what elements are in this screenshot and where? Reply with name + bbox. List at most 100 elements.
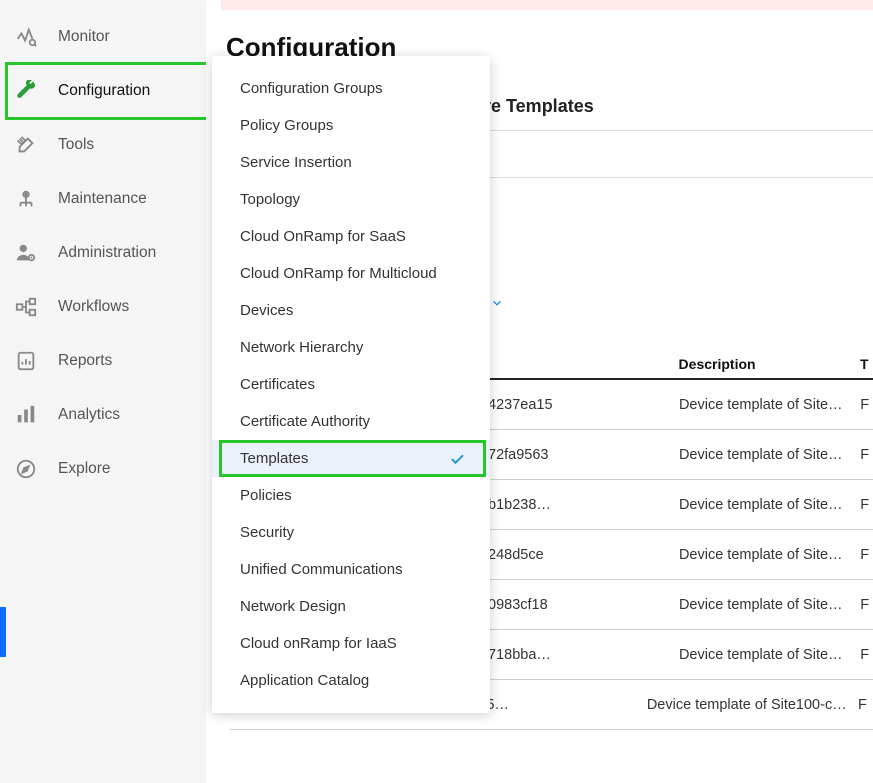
cell-description: Device template of Site500-cE2 wit… [679, 597, 860, 613]
cell-name: 4237ea15 [484, 397, 679, 413]
cell-extra: F [860, 597, 873, 613]
table-row[interactable]: 4237ea15 Device template of Site400-cE1 … [484, 380, 873, 430]
sidebar-item-maintenance[interactable]: Maintenance [0, 172, 206, 226]
dropdown-item-label: Cloud onRamp for IaaS [240, 635, 397, 652]
sidebar-item-administration[interactable]: Administration [0, 226, 206, 280]
cell-description: Device template of Site100-cE2 wit… [647, 697, 858, 713]
dropdown-item-network-design[interactable]: Network Design [212, 588, 490, 625]
table-row[interactable]: 72fa9563 Device template of Site200-cE1 … [484, 430, 873, 480]
sidebar-accent [0, 607, 6, 657]
table-header-description[interactable]: Description [679, 356, 860, 372]
sidebar-item-label: Explore [58, 460, 111, 478]
dropdown-item-application-catalog[interactable]: Application Catalog [212, 662, 490, 699]
dropdown-item-cloud-onramp-saas[interactable]: Cloud OnRamp for SaaS [212, 218, 490, 255]
configuration-dropdown: Configuration Groups Policy Groups Servi… [212, 56, 490, 713]
sidebar-item-label: Workflows [58, 298, 129, 316]
table-row[interactable]: b1b238… Device template of Site200-cE2 w… [484, 480, 873, 530]
dropdown-item-security[interactable]: Security [212, 514, 490, 551]
cell-description: Device template of Site100-cE1 wit… [679, 647, 860, 663]
dropdown-item-label: Network Hierarchy [240, 339, 363, 356]
dropdown-item-cloud-onramp-multicloud[interactable]: Cloud OnRamp for Multicloud [212, 255, 490, 292]
divider [484, 177, 873, 178]
cell-name: 718bba… [484, 647, 679, 663]
sidebar-item-explore[interactable]: Explore [0, 442, 206, 496]
dropdown-item-service-insertion[interactable]: Service Insertion [212, 144, 490, 181]
dropdown-item-label: Templates [240, 450, 308, 467]
divider [484, 130, 873, 131]
templates-table: Description T 4237ea15 Device template o… [484, 340, 873, 730]
sidebar-item-label: Reports [58, 352, 112, 370]
dropdown-item-label: Unified Communications [240, 561, 403, 578]
cell-name: b1b238… [484, 497, 679, 513]
maintenance-icon [14, 187, 38, 211]
dropdown-item-unified-communications[interactable]: Unified Communications [212, 551, 490, 588]
cell-name: 248d5ce [484, 547, 679, 563]
analytics-icon [14, 403, 38, 427]
wrench-icon [14, 79, 38, 103]
dropdown-item-label: Security [240, 524, 294, 541]
compass-icon [14, 457, 38, 481]
dropdown-item-label: Devices [240, 302, 293, 319]
table-header: Description T [484, 340, 873, 380]
dropdown-item-network-hierarchy[interactable]: Network Hierarchy [212, 329, 490, 366]
dropdown-item-label: Configuration Groups [240, 80, 383, 97]
check-icon [448, 450, 466, 468]
sidebar-item-label: Maintenance [58, 190, 147, 208]
dropdown-item-label: Cloud OnRamp for Multicloud [240, 265, 437, 282]
dropdown-item-certificates[interactable]: Certificates [212, 366, 490, 403]
table-row[interactable]: 0983cf18 Device template of Site500-cE2 … [484, 580, 873, 630]
cell-description: Device template of Site500-cE1 wit… [679, 547, 860, 563]
dropdown-item-label: Cloud OnRamp for SaaS [240, 228, 406, 245]
reports-icon [14, 349, 38, 373]
dropdown-item-label: Policy Groups [240, 117, 333, 134]
dropdown-item-policies[interactable]: Policies [212, 477, 490, 514]
sidebar-item-label: Configuration [58, 82, 150, 100]
dropdown-item-templates[interactable]: Templates [212, 440, 490, 477]
sub-header-fragment: re Templates [484, 96, 594, 117]
cell-extra: F [860, 647, 873, 663]
dropdown-item-devices[interactable]: Devices [212, 292, 490, 329]
chevron-down-icon[interactable] [490, 296, 504, 310]
cell-extra: F [860, 397, 873, 413]
cell-name: 72fa9563 [484, 447, 679, 463]
cell-description: Device template of Site200-cE2 wit… [679, 497, 860, 513]
dropdown-item-label: Network Design [240, 598, 346, 615]
table-row[interactable]: 248d5ce Device template of Site500-cE1 w… [484, 530, 873, 580]
sidebar-item-tools[interactable]: Tools [0, 118, 206, 172]
sidebar-item-monitor[interactable]: Monitor [0, 10, 206, 64]
alert-stripe [221, 0, 873, 10]
dropdown-item-label: Certificates [240, 376, 315, 393]
table-row[interactable]: 718bba… Device template of Site100-cE1 w… [484, 630, 873, 680]
dropdown-item-label: Service Insertion [240, 154, 352, 171]
table-header-extra[interactable]: T [860, 356, 873, 372]
dropdown-item-label: Certificate Authority [240, 413, 370, 430]
cell-extra: F [860, 547, 873, 563]
dropdown-item-cloud-onramp-iaas[interactable]: Cloud onRamp for IaaS [212, 625, 490, 662]
admin-icon [14, 241, 38, 265]
tools-icon [14, 133, 38, 157]
cell-name: 0983cf18 [484, 597, 679, 613]
dropdown-item-label: Policies [240, 487, 292, 504]
sidebar-item-label: Administration [58, 244, 156, 262]
sidebar-item-label: Analytics [58, 406, 120, 424]
dropdown-item-configuration-groups[interactable]: Configuration Groups [212, 70, 490, 107]
sidebar-item-label: Tools [58, 136, 94, 154]
dropdown-item-label: Topology [240, 191, 300, 208]
dropdown-item-label: Application Catalog [240, 672, 369, 689]
sidebar: Monitor Configuration Tools Maintenance … [0, 0, 206, 783]
main-content: Configuration re Templates Configuration… [206, 0, 873, 783]
sidebar-item-configuration[interactable]: Configuration [0, 64, 206, 118]
workflows-icon [14, 295, 38, 319]
dropdown-item-certificate-authority[interactable]: Certificate Authority [212, 403, 490, 440]
sidebar-item-workflows[interactable]: Workflows [0, 280, 206, 334]
dropdown-item-policy-groups[interactable]: Policy Groups [212, 107, 490, 144]
cell-description: Device template of Site400-cE1 wit… [679, 397, 860, 413]
cell-extra: F [860, 447, 873, 463]
cell-description: Device template of Site200-cE1 wit… [679, 447, 860, 463]
sidebar-item-reports[interactable]: Reports [0, 334, 206, 388]
dropdown-item-topology[interactable]: Topology [212, 181, 490, 218]
sidebar-item-analytics[interactable]: Analytics [0, 388, 206, 442]
monitor-icon [14, 25, 38, 49]
sidebar-item-label: Monitor [58, 28, 110, 46]
cell-extra: F [860, 497, 873, 513]
